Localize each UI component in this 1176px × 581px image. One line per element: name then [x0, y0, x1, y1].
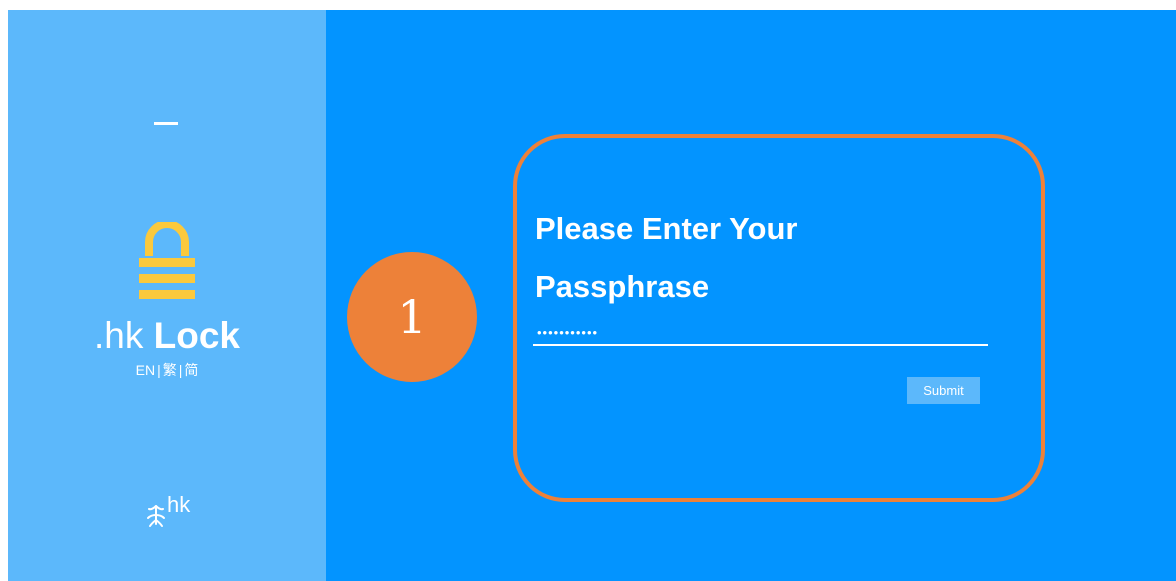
lang-traditional-link[interactable]: 繁 [163, 362, 177, 378]
lang-separator: | [178, 362, 183, 378]
passphrase-input[interactable] [533, 320, 988, 346]
hamburger-menu-icon[interactable] [154, 122, 178, 125]
brand-text: hk [167, 492, 191, 517]
logo-prefix: .hk [94, 315, 144, 356]
lang-simplified-link[interactable]: 简 [184, 362, 198, 378]
step-number-badge: 1 [347, 252, 477, 382]
dot-hk-brand-icon [147, 505, 165, 527]
language-switcher: EN | 繁 | 简 [8, 361, 326, 379]
app-logo: .hk Lock [8, 312, 326, 360]
lock-icon [139, 222, 195, 299]
submit-button[interactable]: Submit [907, 377, 980, 404]
app-frame: .hk Lock EN | 繁 | 简 hk 1 Please Enter Yo… [8, 10, 1176, 581]
card-title: Please Enter Your Passphrase [535, 211, 798, 304]
lang-separator: | [157, 362, 161, 378]
passphrase-card [513, 134, 1045, 502]
dot-hk-brand: hk [146, 494, 206, 538]
lang-en-link[interactable]: EN [136, 362, 155, 378]
logo-bold: Lock [153, 315, 240, 356]
sidebar: .hk Lock EN | 繁 | 简 hk [8, 10, 326, 581]
